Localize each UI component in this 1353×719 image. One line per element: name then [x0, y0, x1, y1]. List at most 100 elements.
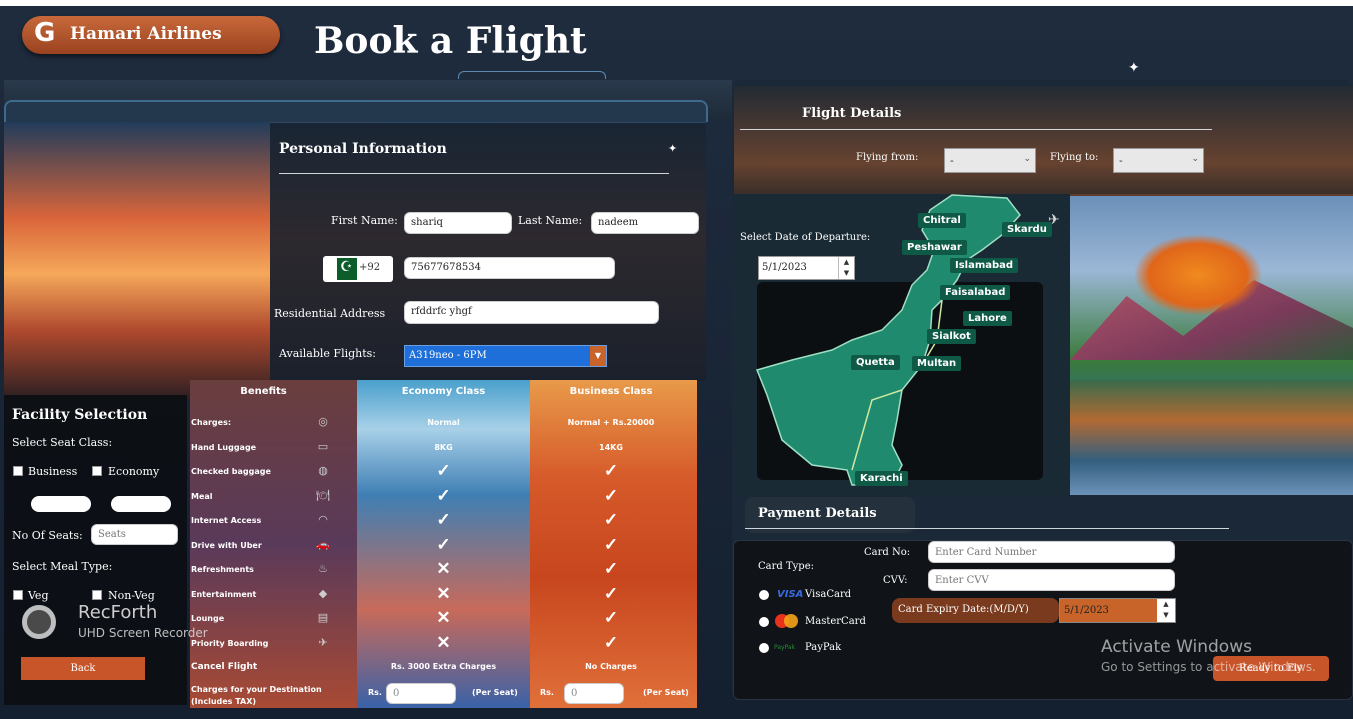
card-number-input[interactable] — [928, 541, 1175, 563]
coins-icon: ◎ — [318, 415, 328, 428]
paypak-radio[interactable] — [759, 643, 769, 653]
logo-icon: G — [34, 18, 56, 48]
visa-logo: VISA — [777, 589, 804, 600]
first-name-label: First Name: — [331, 214, 398, 227]
payment-heading: Payment Details — [758, 506, 877, 521]
business-charge-input[interactable]: 0 — [564, 683, 624, 704]
car-icon: 🚗 — [316, 537, 330, 551]
personal-info-divider — [279, 173, 669, 174]
checkmark-icon: ✓ — [603, 485, 619, 506]
wifi-icon: ◠ — [318, 513, 328, 526]
last-name-label: Last Name: — [518, 214, 583, 227]
popcorn-icon: ◆ — [318, 586, 328, 600]
economy-charge-input[interactable]: 0 — [386, 683, 456, 704]
economy-value: 8KG — [434, 442, 453, 452]
benefit-label: Lounge — [191, 614, 225, 623]
city-label[interactable]: Faisalabad — [940, 285, 1011, 300]
flying-from-dropdown[interactable]: - ⌄ — [944, 148, 1036, 173]
business-seat-field[interactable] — [31, 496, 91, 512]
last-name-input[interactable]: nadeem — [591, 212, 699, 234]
nonveg-label: Non-Veg — [108, 589, 155, 602]
expiry-date-picker[interactable]: 5/1/2023 ▲ ▼ — [1059, 598, 1176, 623]
checkmark-icon: ✓ — [603, 534, 619, 555]
spinner-icon[interactable]: ▲ ▼ — [1157, 599, 1175, 622]
paypak-logo: PayPak — [774, 644, 796, 651]
brand-badge: G Hamari Airlines — [22, 16, 280, 54]
first-name-input[interactable]: shariq — [404, 212, 512, 234]
visa-radio[interactable] — [759, 590, 769, 600]
paypak-label: PayPak — [805, 642, 842, 653]
city-label[interactable]: Chitral — [918, 213, 966, 228]
business-label: Business — [28, 465, 78, 478]
page-title: Book a Flight — [314, 20, 587, 62]
flight-details-divider — [740, 129, 1212, 130]
checkmark-icon: ✓ — [436, 485, 451, 506]
city-label[interactable]: Lahore — [963, 311, 1012, 326]
benefit-label: Meal — [191, 491, 213, 501]
nonveg-checkbox[interactable] — [92, 590, 102, 600]
recorder-title: RecForth — [78, 602, 158, 623]
benefit-label: Charges: — [191, 418, 232, 427]
expiry-date-value: 5/1/2023 — [1064, 605, 1109, 616]
seat-class-label: Select Seat Class: — [12, 436, 113, 449]
lounge-icon: ▤ — [317, 611, 329, 624]
meal-label: Select Meal Type: — [12, 560, 113, 573]
lake-graphic — [1070, 380, 1353, 495]
benefit-label: Internet Access — [191, 516, 262, 525]
benefit-label: Checked baggage — [191, 467, 271, 476]
business-value: 14KG — [599, 442, 623, 452]
checkmark-icon: ✓ — [436, 461, 451, 481]
city-label[interactable]: Sialkot — [927, 329, 976, 344]
business-value: Normal + Rs.20000 — [567, 418, 655, 427]
veg-checkbox[interactable] — [13, 590, 23, 600]
seats-label: No Of Seats: — [12, 529, 83, 542]
veg-label: Veg — [28, 589, 49, 602]
address-label: Residential Address — [274, 307, 386, 320]
cvv-input[interactable] — [928, 569, 1175, 591]
back-button[interactable]: Back — [21, 657, 145, 680]
city-label[interactable]: Skardu — [1002, 222, 1052, 237]
economy-checkbox[interactable] — [92, 466, 102, 476]
checkmark-icon: ✓ — [603, 510, 619, 530]
tree-graphic — [1135, 235, 1261, 315]
benefit-label: Entertainment — [191, 589, 257, 599]
city-label[interactable]: Islamabad — [950, 258, 1019, 273]
economy-seat-field[interactable] — [111, 496, 171, 512]
mastercard-radio[interactable] — [759, 617, 769, 627]
cross-icon: ✕ — [436, 608, 451, 628]
city-label[interactable]: Karachi — [855, 471, 908, 486]
drinks-icon: ♨ — [318, 562, 328, 575]
benefit-label: Refreshments — [191, 565, 254, 574]
checkmark-icon: ✓ — [436, 534, 451, 555]
benefit-label: Hand Luggage — [191, 442, 257, 452]
cancel-business: No Charges — [585, 662, 637, 671]
seats-input[interactable] — [91, 524, 178, 545]
city-label[interactable]: Peshawar — [902, 240, 967, 255]
checkmark-icon: ✓ — [436, 510, 451, 530]
briefcase-icon: ▭ — [317, 439, 329, 453]
phone-input[interactable]: 75677678534 — [404, 257, 615, 279]
sparkle-icon: ✦ — [1128, 60, 1140, 76]
country-code-box[interactable]: ☪ +92 — [323, 256, 393, 282]
meal-icon: 🍽 — [316, 488, 330, 502]
facility-heading: Facility Selection — [12, 407, 148, 423]
expiry-label-box: Card Expiry Date:(M/D/Y) — [892, 598, 1059, 623]
personal-info-panel — [270, 123, 706, 381]
flying-to-dropdown[interactable]: - ⌄ — [1113, 148, 1204, 173]
cvv-label: CVV: — [883, 575, 908, 586]
expiry-label: Card Expiry Date:(M/D/Y) — [898, 604, 1029, 615]
country-code: +92 — [359, 262, 381, 273]
economy-per-seat: (Per Seat) — [472, 688, 518, 697]
flights-dropdown[interactable]: A319neo - 6PM ▼ — [404, 345, 607, 367]
suitcase-icon: ◍ — [318, 464, 328, 477]
left-panel-border — [4, 100, 708, 122]
payment-divider — [745, 528, 1229, 529]
economy-value: Normal — [427, 418, 460, 427]
address-input[interactable]: rfddrfc yhgf — [404, 301, 659, 324]
city-label[interactable]: Multan — [912, 356, 962, 371]
mastercard-label: MasterCard — [805, 616, 866, 627]
personal-info-heading: Personal Information — [279, 141, 447, 157]
business-checkbox[interactable] — [13, 466, 23, 476]
flying-from-value: - — [950, 154, 954, 167]
city-label[interactable]: Quetta — [851, 355, 900, 370]
